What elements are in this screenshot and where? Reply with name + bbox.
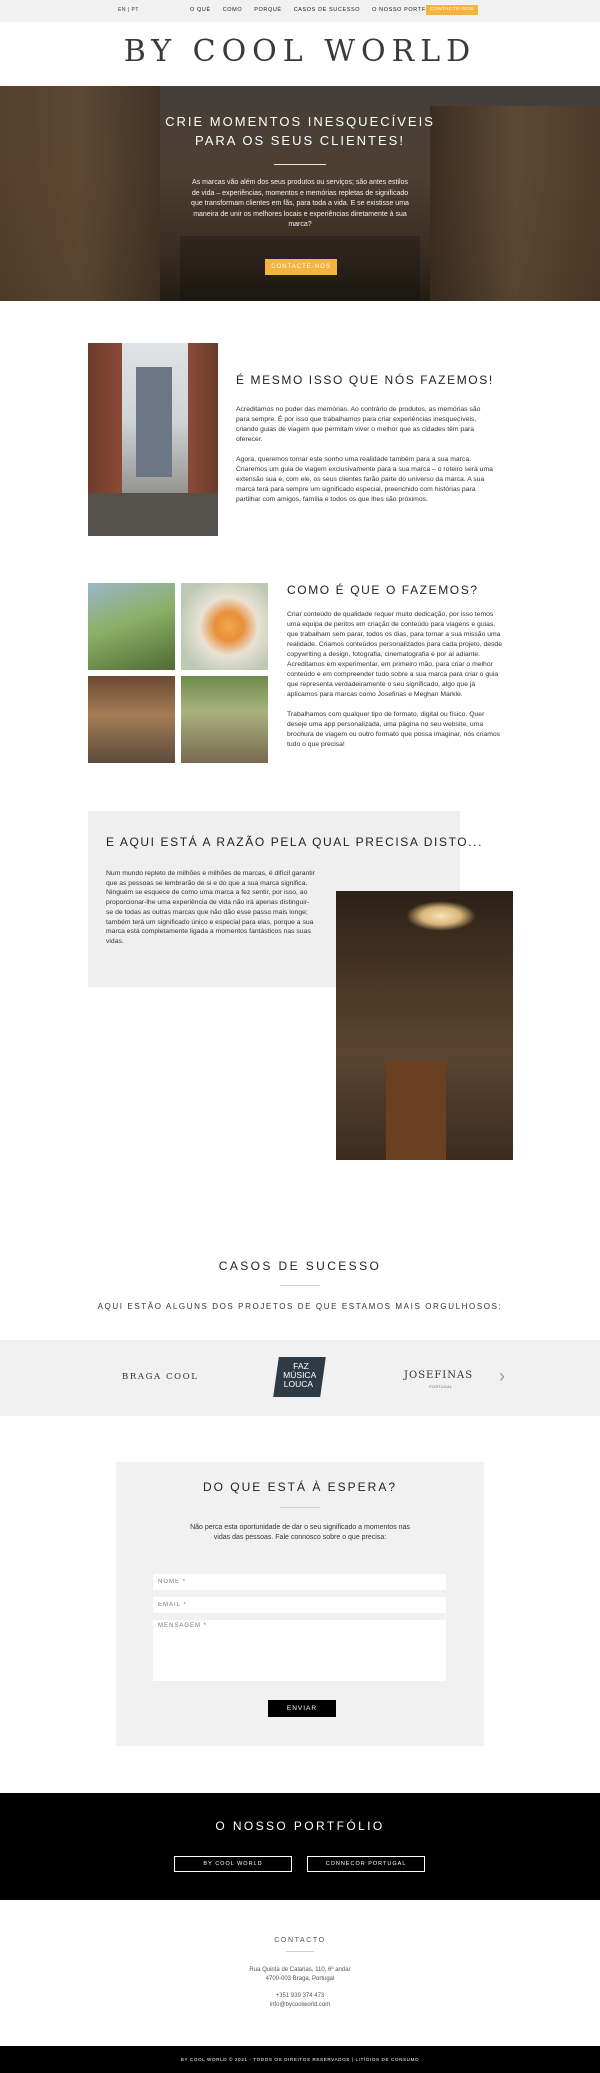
faz-musica-louca-logo[interactable]: FAZ MÚSICA LOUCA [273,1357,326,1397]
nav-menu: O QUÊ COMO PORQUÊ CASOS DE SUCESSO O NOS… [190,7,441,13]
contact-email[interactable]: info@bycoolworld.com [0,2001,600,2010]
josefinas-logo-subtitle: PORTUGAL [429,1385,453,1389]
restaurant-photo [336,891,513,1160]
cases-divider [280,1285,320,1286]
contact-details: Rua Quinta de Calarias, 110, 6º andar 47… [0,1966,600,2010]
contact-divider [286,1951,314,1952]
contact-title: CONTACTO [274,1937,326,1944]
footer-text: BY COOL WORLD © 2021 - TODOS OS DIREITOS… [180,2057,420,2062]
by-cool-world-button[interactable]: BY COOL WORLD [174,1856,292,1872]
form-title: DO QUE ESTÁ À ESPERA? [202,1480,398,1494]
chandelier [406,901,476,931]
garden-photo [181,676,268,763]
portfolio-section [0,1793,600,1900]
form-divider [280,1507,320,1508]
what-text: Acreditamos no poder das memórias. Ao co… [236,406,493,503]
form-subtitle: Não perca esta oportunidade de dar o seu… [190,1524,410,1541]
nav-item-como[interactable]: COMO [223,7,243,13]
bridge-street-photo [88,343,218,536]
store-interior-photo [88,676,175,763]
top-nav-bar: EN | PT O QUÊ COMO PORQUÊ CASOS DE SUCES… [0,0,600,22]
nav-item-o-que[interactable]: O QUÊ [190,7,211,13]
contact-phone[interactable]: +351 939 374 473 [0,1992,600,2001]
why-title: E AQUI ESTÁ A RAZÃO PELA QUAL PRECISA DI… [106,835,484,849]
send-button[interactable]: ENVIAR [268,1700,336,1717]
nav-contact-button[interactable]: CONTACTE-NOS [426,5,478,15]
nav-item-porque[interactable]: PORQUÊ [254,7,281,13]
hero-banner: CRIE MOMENTOS INESQUECÍVEIS PARA OS SEUS… [0,86,600,301]
how-text: Criar conteúdo de qualidade requer muito… [287,611,502,748]
what-title: É MESMO ISSO QUE NÓS FAZEMOS! [236,373,494,387]
portfolio-title: O NOSSO PORTFÓLIO [215,1819,385,1833]
site-logo[interactable]: BY COOL WORLD [0,34,600,69]
language-switcher[interactable]: EN | PT [118,7,139,13]
braga-cool-logo[interactable]: BRAGA COOL [122,1372,199,1382]
hero-text: As marcas vão além dos seus produtos ou … [191,179,409,228]
nav-item-casos[interactable]: CASOS DE SUCESSO [294,7,360,13]
hero-contact-button[interactable]: CONTACTE-NOS [265,259,337,275]
how-title: COMO É QUE O FAZEMOS? [287,583,479,597]
message-field[interactable] [153,1620,446,1681]
park-photo [88,583,175,670]
cases-title: CASOS DE SUCESSO [218,1259,382,1273]
cases-subtitle: AQUI ESTÃO ALGUNS DOS PROJETOS DE QUE ES… [97,1302,503,1311]
carousel-next-icon[interactable]: › [499,1366,505,1387]
contact-address-line1: Rua Quinta de Calarias, 110, 6º andar [249,1967,351,1973]
name-field[interactable] [153,1574,446,1590]
connecor-portugal-button[interactable]: CONNECOR PORTUGAL [307,1856,425,1872]
josefinas-logo[interactable]: JOSEFINAS [404,1370,473,1381]
why-text: Num mundo repleto de milhões e milhões d… [106,870,315,945]
email-field[interactable] [153,1597,446,1613]
hero-divider [274,164,326,165]
food-photo [181,583,268,670]
contact-address-line2: 4700-003 Braga, Portugal [265,1976,335,1982]
hero-title: CRIE MOMENTOS INESQUECÍVEIS PARA OS SEUS… [165,114,435,148]
